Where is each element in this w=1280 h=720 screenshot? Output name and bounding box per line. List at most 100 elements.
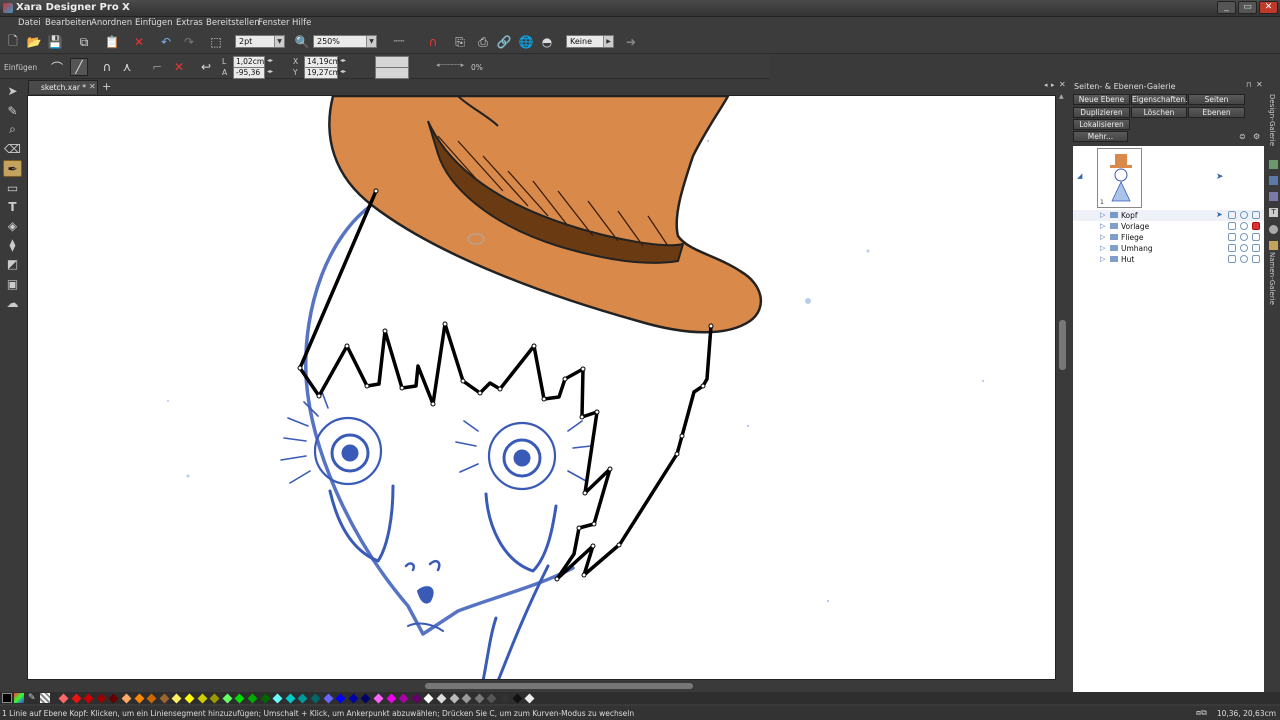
- layer-print-toggle[interactable]: [1228, 255, 1236, 263]
- cusp-point-icon[interactable]: ⋏: [118, 58, 136, 76]
- redo-icon[interactable]: ↷: [180, 33, 198, 51]
- new-document-icon[interactable]: 🗋: [4, 33, 22, 51]
- visibility-eye-icon[interactable]: [1240, 211, 1248, 219]
- smooth-point-icon[interactable]: ∩: [98, 58, 116, 76]
- arrow-right-icon[interactable]: ➜: [622, 33, 640, 51]
- blend-tool-icon[interactable]: ☁: [3, 294, 22, 311]
- expand-icon[interactable]: ▷: [1100, 244, 1105, 252]
- angle-field[interactable]: -95,36: [233, 67, 265, 79]
- new-layer-button[interactable]: Neue Ebene: [1073, 94, 1130, 105]
- lock-icon[interactable]: [1252, 244, 1260, 252]
- fill-tool-icon[interactable]: ◈: [3, 217, 22, 234]
- color-swatch[interactable]: [146, 693, 157, 704]
- delete-button[interactable]: Löschen: [1131, 107, 1187, 118]
- vertical-scrollbar[interactable]: ▲: [1057, 93, 1068, 680]
- shadow-tool-icon[interactable]: ◩: [3, 255, 22, 272]
- menu-bearbeiten[interactable]: Bearbeiten: [45, 18, 92, 28]
- transparency-slider[interactable]: ◂┄┄┄┄┄▸: [436, 61, 464, 69]
- menu-hilfe[interactable]: Hilfe: [292, 18, 311, 28]
- color-swatch[interactable]: [499, 693, 510, 704]
- gallery-settings-icon[interactable]: ⚙: [1253, 132, 1260, 141]
- curve-mode-icon[interactable]: ⌒: [48, 58, 66, 76]
- layer-row-kopf[interactable]: ▷ Kopf ➤: [1073, 210, 1264, 221]
- layer-print-toggle[interactable]: [1228, 222, 1236, 230]
- angle-spinner-icon[interactable]: ◂▸: [267, 68, 273, 75]
- color-swatch[interactable]: [272, 693, 283, 704]
- color-swatch[interactable]: [398, 693, 409, 704]
- name-gallery-tab[interactable]: Namen-Galerie: [1268, 252, 1276, 305]
- tab-scroll-right-icon[interactable]: ▸: [1051, 81, 1055, 89]
- more-button[interactable]: Mehr...: [1073, 131, 1128, 142]
- freehand-tool-icon[interactable]: ✎: [3, 102, 22, 119]
- eraser-tool-icon[interactable]: ⌫: [3, 140, 22, 157]
- color-swatch[interactable]: [474, 693, 485, 704]
- delete-icon[interactable]: ✕: [130, 33, 148, 51]
- layer-row-vorlage[interactable]: ▷ Vorlage: [1073, 221, 1264, 232]
- visibility-eye-icon[interactable]: [1240, 222, 1248, 230]
- document-close-icon[interactable]: ✕: [1059, 80, 1066, 89]
- color-swatch[interactable]: [260, 693, 271, 704]
- name-gallery-icon[interactable]: [1269, 241, 1278, 250]
- undo-icon[interactable]: ↶: [157, 33, 175, 51]
- layer-print-toggle[interactable]: [1228, 211, 1236, 219]
- lock-icon[interactable]: [1252, 211, 1260, 219]
- blend-mode-combo[interactable]: Keine ▶: [566, 35, 614, 48]
- height-field[interactable]: [375, 67, 409, 79]
- font-gallery-icon[interactable]: T: [1269, 208, 1278, 217]
- x-spinner-icon[interactable]: ◂▸: [340, 57, 346, 64]
- expand-icon[interactable]: ▷: [1100, 255, 1105, 263]
- menu-anordnen[interactable]: Anordnen: [91, 18, 132, 28]
- layer-view-icon[interactable]: ⊜: [1239, 132, 1246, 141]
- ruler-icon[interactable]: ┄┄: [390, 33, 408, 51]
- tab-sketch[interactable]: sketch.xar *: [28, 80, 98, 94]
- color-swatch[interactable]: [524, 693, 535, 704]
- transparency-tool-icon[interactable]: ⧫: [3, 236, 22, 253]
- y-spinner-icon[interactable]: ◂▸: [340, 68, 346, 75]
- snap-magnet-icon[interactable]: ∩: [424, 33, 442, 51]
- color-swatch[interactable]: [247, 693, 258, 704]
- web-icon[interactable]: 🌐: [517, 33, 535, 51]
- line-mode-icon[interactable]: ╱: [70, 58, 88, 76]
- page-thumbnail[interactable]: 1: [1097, 148, 1142, 208]
- gallery-close-icon[interactable]: ✕: [1256, 80, 1263, 89]
- color-swatch[interactable]: [71, 693, 82, 704]
- horizontal-scrollbar[interactable]: [27, 681, 1057, 691]
- color-swatch[interactable]: [486, 693, 497, 704]
- pin-icon[interactable]: ⊓: [1246, 81, 1251, 89]
- paste-icon[interactable]: 📋: [103, 33, 121, 51]
- fill-gallery-icon[interactable]: [1269, 176, 1278, 185]
- color-swatch[interactable]: [58, 693, 69, 704]
- y-position-field[interactable]: 19,27cm: [304, 67, 340, 79]
- localize-button[interactable]: Lokalisieren: [1073, 119, 1130, 130]
- color-swatch[interactable]: [348, 693, 359, 704]
- export-icon[interactable]: ⎙: [474, 33, 492, 51]
- link-icon[interactable]: 🔗: [495, 33, 513, 51]
- color-swatch[interactable]: [184, 693, 195, 704]
- color-swatch[interactable]: [285, 693, 296, 704]
- no-color-swatch[interactable]: [40, 693, 50, 703]
- color-swatch[interactable]: [83, 693, 94, 704]
- color-editor-icon[interactable]: [14, 693, 24, 703]
- color-swatch[interactable]: [436, 693, 447, 704]
- color-swatch[interactable]: [96, 693, 107, 704]
- color-swatch[interactable]: [134, 693, 145, 704]
- reverse-path-icon[interactable]: ↩: [197, 58, 215, 76]
- layer-row-hut[interactable]: ▷ Hut: [1073, 254, 1264, 265]
- color-swatch[interactable]: [159, 693, 170, 704]
- current-color-swatch[interactable]: [2, 693, 12, 703]
- color-swatch[interactable]: [171, 693, 182, 704]
- menu-einfuegen[interactable]: Einfügen: [135, 18, 173, 28]
- color-swatch[interactable]: [209, 693, 220, 704]
- new-tab-icon[interactable]: +: [102, 80, 111, 93]
- open-folder-icon[interactable]: 📂: [25, 33, 43, 51]
- preview-icon[interactable]: ◓: [538, 33, 556, 51]
- color-swatch[interactable]: [108, 693, 119, 704]
- lock-icon-locked[interactable]: [1252, 222, 1260, 230]
- import-icon[interactable]: ⎘: [451, 33, 469, 51]
- layer-row-fliege[interactable]: ▷ Fliege: [1073, 232, 1264, 243]
- layer-print-toggle[interactable]: [1228, 233, 1236, 241]
- color-gallery-icon[interactable]: [1269, 225, 1278, 234]
- color-swatch[interactable]: [411, 693, 422, 704]
- lock-icon[interactable]: [1252, 233, 1260, 241]
- menu-extras[interactable]: Extras: [176, 18, 203, 28]
